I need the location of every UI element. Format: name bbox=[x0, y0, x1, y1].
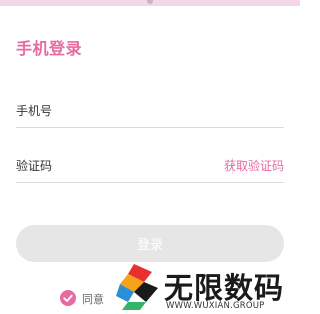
top-bar-indicator bbox=[147, 0, 153, 4]
login-button[interactable]: 登录 bbox=[16, 225, 284, 262]
code-field[interactable]: 验证码 获取验证码 bbox=[16, 150, 284, 183]
check-circle-icon[interactable] bbox=[60, 290, 76, 306]
code-label: 验证码 bbox=[16, 159, 53, 173]
phone-label: 手机号 bbox=[16, 104, 53, 118]
agreement-text: 同意 bbox=[82, 293, 104, 306]
wuxian-logo bbox=[116, 264, 158, 310]
get-code-button[interactable]: 获取验证码 bbox=[224, 157, 284, 174]
login-page: 手机登录 手机号 验证码 获取验证码 登录 同意 无限数码 WWW.WUXIAN… bbox=[0, 0, 300, 314]
watermark-title: 无限数码 bbox=[164, 271, 285, 305]
watermark: 无限数码 WWW.WUXIAN.GROUP bbox=[110, 262, 300, 314]
page-title: 手机登录 bbox=[16, 39, 83, 58]
top-bar bbox=[0, 0, 300, 6]
phone-input[interactable] bbox=[72, 95, 222, 127]
watermark-subtitle: WWW.WUXIAN.GROUP bbox=[166, 301, 265, 311]
phone-field[interactable]: 手机号 bbox=[16, 95, 284, 128]
code-input[interactable] bbox=[72, 150, 222, 182]
